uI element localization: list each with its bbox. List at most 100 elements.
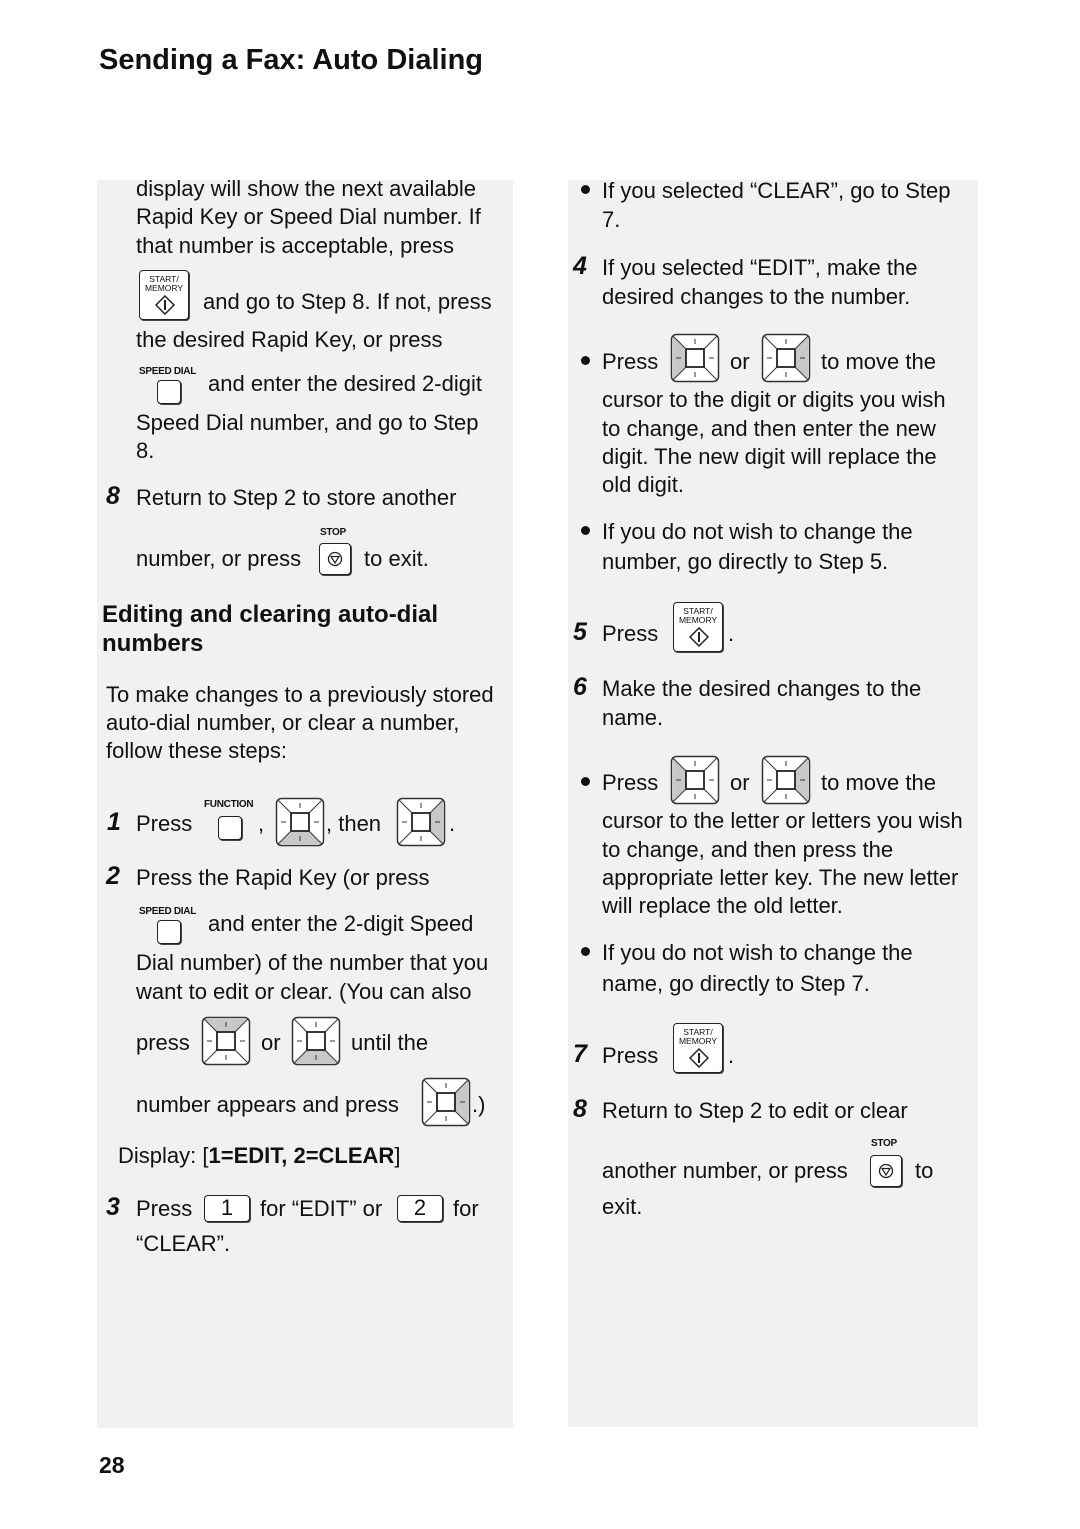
text-line: or bbox=[730, 349, 750, 374]
speed-dial-key-label: SPEED DIAL bbox=[139, 906, 197, 917]
text-line: number, go directly to Step 5. bbox=[602, 549, 889, 574]
text-line: “CLEAR”. bbox=[136, 1231, 231, 1256]
text-line: appropriate letter key. The new letter bbox=[602, 865, 959, 890]
text-line: for “EDIT” or bbox=[260, 1196, 383, 1221]
start-memory-key-icon: START/MEMORY bbox=[139, 270, 189, 320]
digit-1-key-icon: 1 bbox=[204, 1195, 250, 1222]
text-line: . bbox=[728, 621, 735, 646]
step-number: 5 bbox=[573, 618, 587, 646]
text-line: , bbox=[258, 811, 265, 836]
text-line: cursor to the digit or digits you wish bbox=[602, 387, 946, 412]
text-line: If you do not wish to change the bbox=[602, 940, 913, 965]
text-line: display will show the next available bbox=[136, 176, 476, 201]
text-line: to change, and then press the bbox=[602, 837, 894, 862]
text-line: until the bbox=[351, 1030, 429, 1055]
text-line: desired changes to the number. bbox=[602, 284, 911, 309]
text-line: another number, or press bbox=[602, 1158, 848, 1183]
stop-key-label: STOP bbox=[871, 1138, 897, 1149]
start-memory-key-icon: START/MEMORY bbox=[673, 1023, 723, 1073]
text-line: If you selected “EDIT”, make the bbox=[602, 255, 918, 280]
text-line: .) bbox=[472, 1092, 486, 1117]
text-line: to move the bbox=[821, 349, 936, 374]
text-line: auto-dial number, or clear a number, bbox=[106, 710, 460, 735]
step-number: 8 bbox=[573, 1095, 587, 1123]
bullet-icon bbox=[581, 526, 590, 535]
text-line: the desired Rapid Key, or press bbox=[136, 327, 443, 352]
step-number: 3 bbox=[106, 1193, 120, 1221]
text-line: follow these steps: bbox=[106, 738, 287, 763]
text-line: 8. bbox=[136, 438, 155, 463]
text-line: for bbox=[453, 1196, 479, 1221]
text-line: Return to Step 2 to edit or clear bbox=[602, 1098, 908, 1123]
text-line: If you selected “CLEAR”, go to Step bbox=[602, 178, 951, 203]
text-line: press bbox=[136, 1030, 190, 1055]
text-line: name, go directly to Step 7. bbox=[602, 971, 870, 996]
text-line: and enter the desired 2-digit bbox=[208, 371, 482, 396]
bullet-icon bbox=[581, 356, 590, 365]
key-label: MEMORY bbox=[144, 283, 184, 293]
text-line: or bbox=[730, 770, 750, 795]
bullet-icon bbox=[581, 777, 590, 786]
text-line: and enter the 2-digit Speed bbox=[208, 911, 474, 936]
text-line: . bbox=[449, 811, 456, 836]
key-label: MEMORY bbox=[678, 615, 718, 625]
page-title: Sending a Fax: Auto Dialing bbox=[99, 44, 483, 76]
text-line: to change, and then enter the new bbox=[602, 416, 936, 441]
text-line: will replace the old letter. bbox=[602, 893, 843, 918]
text-line: want to edit or clear. (You can also bbox=[136, 979, 472, 1004]
digit-2-key-icon: 2 bbox=[397, 1195, 443, 1222]
stop-key-label: STOP bbox=[320, 527, 346, 538]
display-value: 1=EDIT, 2=CLEAR bbox=[208, 1143, 395, 1168]
nav-right-key-icon bbox=[761, 333, 811, 383]
step-number: 8 bbox=[106, 482, 120, 510]
text-line: Dial number) of the number that you bbox=[136, 950, 489, 975]
start-memory-key-icon: START/MEMORY bbox=[673, 602, 723, 652]
step-number: 1 bbox=[107, 808, 121, 836]
nav-right-key-icon bbox=[421, 1077, 471, 1127]
nav-left-key-icon bbox=[670, 333, 720, 383]
step-number: 6 bbox=[573, 673, 587, 701]
text-line: number, or press bbox=[136, 546, 302, 571]
nav-left-key-icon bbox=[670, 755, 720, 805]
text-line: If you do not wish to change the bbox=[602, 519, 913, 544]
text-line: exit. bbox=[602, 1194, 643, 1219]
text-line: Press bbox=[602, 621, 659, 646]
text-line: to bbox=[915, 1158, 934, 1183]
step-number: 4 bbox=[573, 252, 587, 280]
bullet-icon bbox=[581, 185, 590, 194]
function-key-icon bbox=[218, 816, 242, 840]
speed-dial-key-icon bbox=[157, 380, 181, 404]
text-line: Rapid Key or Speed Dial number. If bbox=[136, 204, 481, 229]
text-line: Press bbox=[602, 349, 659, 374]
step-number: 7 bbox=[573, 1040, 587, 1068]
text-line: Make the desired changes to the bbox=[602, 676, 922, 701]
text-line: name. bbox=[602, 705, 664, 730]
key-label: MEMORY bbox=[678, 1036, 718, 1046]
text-line: 7. bbox=[602, 207, 621, 232]
function-key-label: FUNCTION bbox=[204, 799, 254, 810]
nav-down-key-icon bbox=[291, 1016, 341, 1066]
text-line: and go to Step 8. If not, press bbox=[203, 289, 492, 314]
text-line: Press bbox=[602, 770, 659, 795]
text-line: Press the Rapid Key (or press bbox=[136, 865, 430, 890]
text-line: Press bbox=[136, 811, 193, 836]
text-line: Speed Dial number, and go to Step bbox=[136, 410, 479, 435]
text-line: that number is acceptable, press bbox=[136, 233, 454, 258]
stop-key-icon bbox=[870, 1155, 902, 1187]
nav-down-key-icon bbox=[275, 797, 325, 847]
speed-dial-key-label: SPEED DIAL bbox=[139, 366, 197, 377]
text-line: Press bbox=[136, 1196, 193, 1221]
page-number: 28 bbox=[99, 1452, 125, 1478]
nav-up-key-icon bbox=[201, 1016, 251, 1066]
text-line: or bbox=[261, 1030, 281, 1055]
nav-right-key-icon bbox=[761, 755, 811, 805]
text-line: to move the bbox=[821, 770, 936, 795]
text-line: Return to Step 2 to store another bbox=[136, 485, 457, 510]
text-line: To make changes to a previously stored bbox=[106, 682, 494, 707]
text-line: number appears and press bbox=[136, 1092, 399, 1117]
text-line: cursor to the letter or letters you wish bbox=[602, 808, 963, 833]
text-line: , then bbox=[326, 811, 382, 836]
text-line: Press bbox=[602, 1043, 659, 1068]
stop-key-icon bbox=[319, 543, 351, 575]
text-line: to exit. bbox=[364, 546, 429, 571]
